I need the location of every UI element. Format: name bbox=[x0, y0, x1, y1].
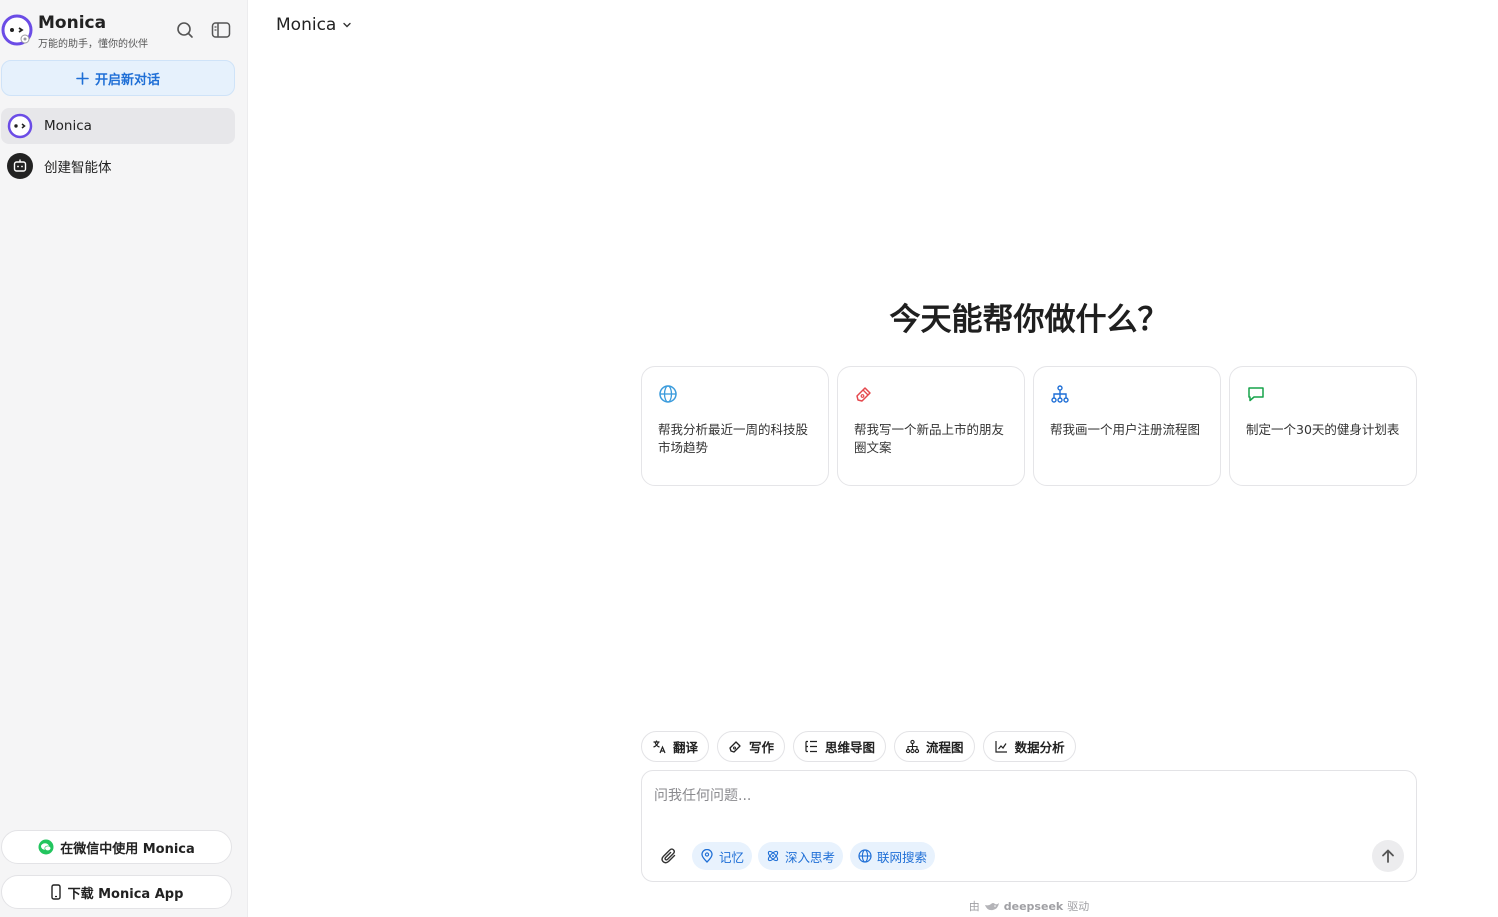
globe-icon bbox=[858, 849, 872, 863]
atom-icon bbox=[767, 850, 779, 862]
suggestion-text: 制定一个30天的健身计划表 bbox=[1246, 422, 1400, 437]
pen-icon bbox=[856, 387, 871, 402]
sidebar-item-label: 创建智能体 bbox=[44, 160, 112, 176]
sidebar-toggle-icon bbox=[211, 22, 231, 38]
search-icon bbox=[177, 22, 193, 38]
chip-label: 翻译 bbox=[673, 740, 699, 755]
model-selector[interactable]: Monica bbox=[276, 15, 352, 35]
send-button[interactable] bbox=[1372, 840, 1404, 872]
avatar bbox=[7, 113, 33, 139]
chip-label: 写作 bbox=[749, 740, 775, 755]
flowchart-icon bbox=[1051, 385, 1069, 403]
page-title: 今天能帮你做什么？ bbox=[889, 302, 1169, 338]
wechat-icon bbox=[38, 839, 54, 855]
download-app-button[interactable]: 下载 Monica App bbox=[1, 875, 232, 909]
deep-think-toggle[interactable]: 深入思考 bbox=[758, 842, 844, 870]
sidebar-item-label: Monica bbox=[44, 118, 92, 134]
tool-label: 记忆 bbox=[719, 849, 745, 865]
globe-icon bbox=[659, 385, 677, 403]
new-chat-button[interactable]: 开启新对话 bbox=[1, 60, 235, 96]
monica-avatar-icon bbox=[7, 113, 33, 139]
chevron-down-icon bbox=[343, 22, 352, 28]
deepseek-whale-icon bbox=[984, 903, 999, 911]
chip-write[interactable]: 写作 bbox=[717, 731, 786, 762]
tool-label: 联网搜索 bbox=[877, 849, 928, 865]
tool-label: 深入思考 bbox=[785, 849, 836, 865]
monica-logo-icon bbox=[1, 14, 33, 46]
message-input[interactable] bbox=[654, 785, 1394, 825]
suggestion-cards: 帮我分析最近一周的科技股市场趋势 帮我写一个新品上市的朋友圈文案 帮我画一个用户… bbox=[641, 366, 1417, 486]
use-in-wechat-button[interactable]: 在微信中使用 Monica bbox=[1, 830, 232, 864]
robot-icon bbox=[13, 159, 27, 172]
memory-toggle[interactable]: 记忆 bbox=[692, 842, 753, 870]
sidebar: Monica 万能的助手，懂你的伙伴 开启新对话 Monica 创建智能体 在微… bbox=[0, 0, 248, 917]
model-name: Monica bbox=[276, 15, 337, 35]
footer-brand: deepseek bbox=[1003, 899, 1064, 913]
chip-label: 数据分析 bbox=[1014, 740, 1065, 755]
quick-action-chips: 翻译 写作 思维导图 流程图 数据分析 bbox=[641, 731, 1076, 762]
suggestion-card-fitness-plan[interactable]: 制定一个30天的健身计划表 bbox=[1229, 366, 1417, 486]
chat-icon bbox=[1248, 387, 1264, 402]
chip-label: 思维导图 bbox=[825, 740, 876, 755]
avatar bbox=[7, 153, 33, 179]
suggestion-card-flowchart[interactable]: 帮我画一个用户注册流程图 bbox=[1033, 366, 1221, 486]
composer: 记忆 深入思考 联网搜索 bbox=[641, 770, 1417, 882]
suggestion-card-stock-trend[interactable]: 帮我分析最近一周的科技股市场趋势 bbox=[641, 366, 829, 486]
chip-mindmap[interactable]: 思维导图 bbox=[793, 731, 887, 762]
collapse-sidebar-button[interactable] bbox=[209, 18, 233, 42]
chip-flowchart[interactable]: 流程图 bbox=[894, 731, 975, 762]
paperclip-icon bbox=[661, 848, 676, 864]
web-search-toggle[interactable]: 联网搜索 bbox=[850, 842, 936, 870]
phone-icon bbox=[50, 884, 61, 900]
sidebar-item-monica[interactable]: Monica bbox=[1, 108, 235, 144]
brand-name: Monica bbox=[38, 13, 107, 33]
powered-by-footer: 由 deepseek 驱动 bbox=[641, 898, 1417, 914]
chart-icon bbox=[994, 741, 1007, 753]
search-button[interactable] bbox=[173, 18, 197, 42]
plus-icon bbox=[76, 71, 89, 85]
new-chat-label: 开启新对话 bbox=[94, 72, 160, 88]
location-pin-icon bbox=[701, 849, 713, 863]
footer-suffix: 驱动 bbox=[1067, 900, 1090, 913]
wechat-label: 在微信中使用 Monica bbox=[60, 841, 195, 857]
mindmap-icon bbox=[805, 740, 818, 753]
suggestion-card-moments-copy[interactable]: 帮我写一个新品上市的朋友圈文案 bbox=[837, 366, 1025, 486]
brand: Monica 万能的助手，懂你的伙伴 bbox=[0, 10, 248, 54]
chip-translate[interactable]: 翻译 bbox=[641, 731, 710, 762]
sidebar-item-create-agent[interactable]: 创建智能体 bbox=[1, 148, 235, 184]
suggestion-text: 帮我分析最近一周的科技股市场趋势 bbox=[658, 422, 809, 455]
chip-label: 流程图 bbox=[926, 740, 964, 755]
translate-icon bbox=[653, 740, 666, 754]
suggestion-text: 帮我画一个用户注册流程图 bbox=[1050, 422, 1201, 437]
footer-prefix: 由 bbox=[968, 900, 980, 913]
pen-icon bbox=[729, 741, 741, 753]
app-window: Monica 万能的助手，懂你的伙伴 开启新对话 Monica 创建智能体 在微… bbox=[0, 0, 1498, 917]
chip-data-analysis[interactable]: 数据分析 bbox=[982, 731, 1076, 762]
arrow-up-icon bbox=[1382, 849, 1394, 863]
suggestion-text: 帮我写一个新品上市的朋友圈文案 bbox=[854, 422, 1005, 455]
attach-button[interactable] bbox=[658, 845, 680, 867]
brand-tagline: 万能的助手，懂你的伙伴 bbox=[38, 39, 148, 50]
download-label: 下载 Monica App bbox=[67, 886, 184, 902]
flowchart-icon bbox=[905, 739, 920, 754]
